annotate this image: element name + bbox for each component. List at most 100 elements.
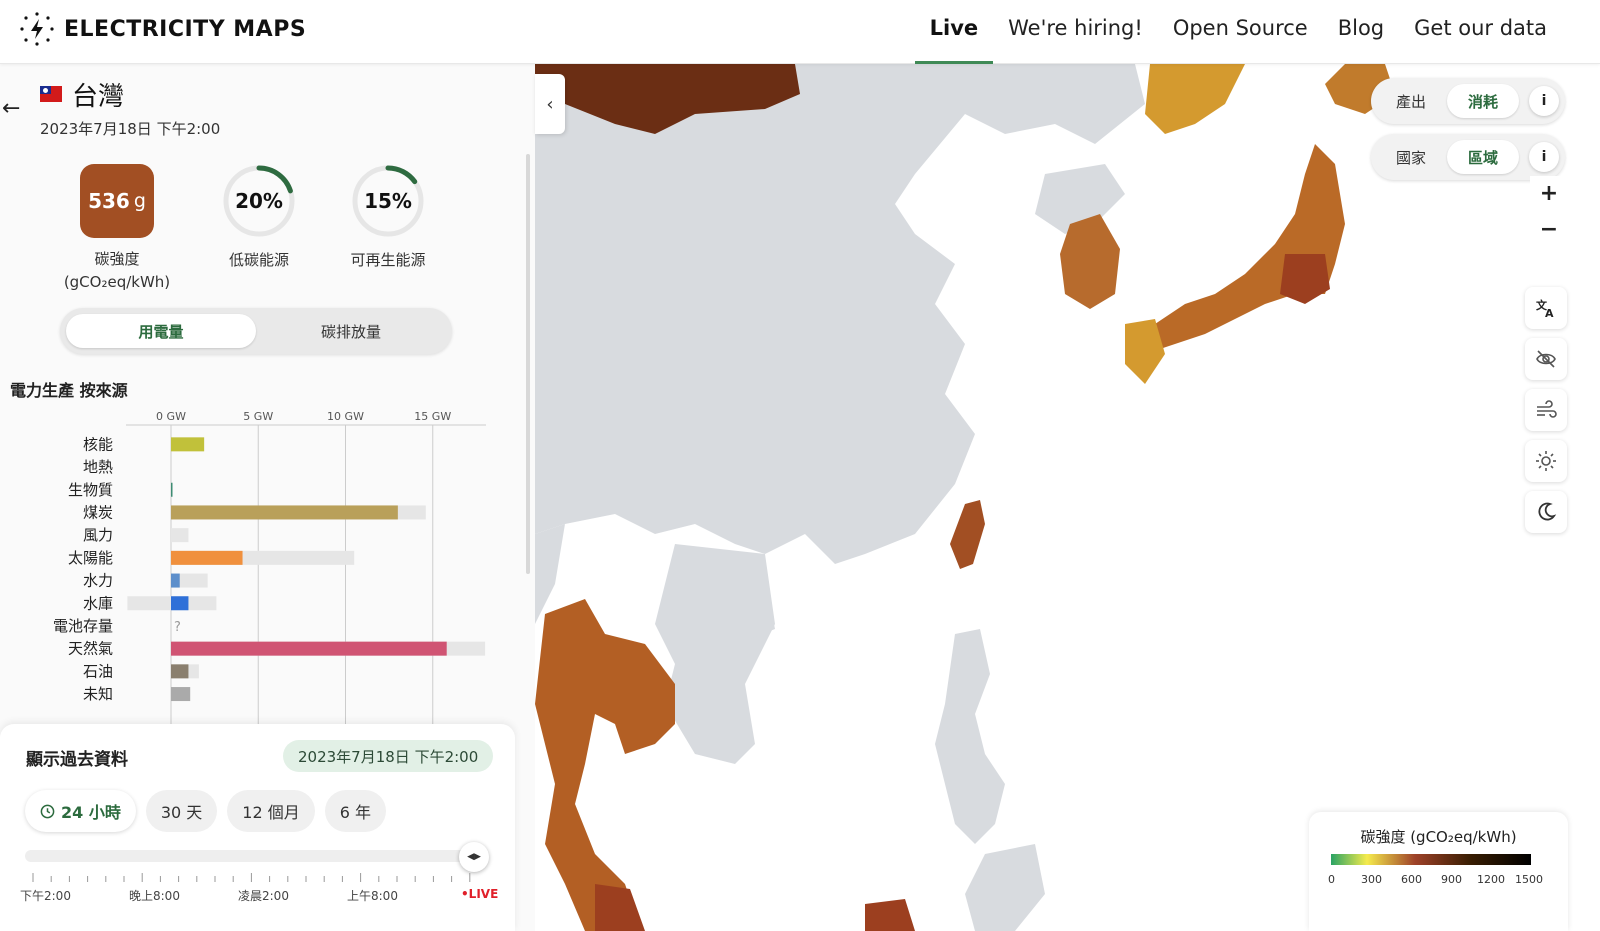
range-30d-button[interactable]: 30 天 bbox=[145, 790, 218, 832]
time-label-1: 晚上8:00 bbox=[129, 889, 180, 903]
consumption-emissions-toggle: 用電量 碳排放量 bbox=[60, 308, 452, 354]
chart-category-label: 煤炭 bbox=[83, 503, 113, 521]
map-region-thailand bbox=[535, 599, 675, 931]
time-label-3: 上午8:00 bbox=[347, 889, 398, 903]
production-bar-chart: 0 GW 5 GW 10 GW 15 GW 核能地熱生物質煤炭風力太陽能水力水庫電池存量… bbox=[53, 410, 486, 734]
history-card: 顯示過去資料 2023年7月18日 下午2:00 24 小時 30 天 12 個… bbox=[0, 724, 515, 931]
map-canvas[interactable] bbox=[535, 64, 1600, 931]
toggle-production[interactable]: 產出 bbox=[1375, 84, 1447, 118]
chart-category-label: 天然氣 bbox=[68, 640, 113, 658]
translate-icon: 文A bbox=[1536, 298, 1554, 319]
map-region-taiwan bbox=[950, 500, 985, 569]
timeline-slider-track[interactable] bbox=[25, 850, 465, 862]
map-region-south-korea bbox=[1060, 214, 1120, 309]
low-carbon-metric: 20% 低碳能源 bbox=[211, 163, 307, 272]
wind-layer-button[interactable] bbox=[1525, 389, 1567, 431]
legend-tick-1200: 1200 bbox=[1477, 873, 1505, 886]
map-region-indochina bbox=[655, 544, 775, 764]
zone-title: 台灣 bbox=[72, 82, 125, 112]
map-region-malaysia bbox=[595, 884, 645, 931]
chart-category-label: 水庫 bbox=[83, 594, 113, 612]
chart-unknown-marker: ? bbox=[174, 620, 181, 635]
dark-mode-button[interactable] bbox=[1525, 491, 1567, 533]
toggle-map-consumption[interactable]: 消耗 bbox=[1447, 84, 1519, 118]
logo[interactable]: ELECTRICITY MAPS bbox=[20, 12, 306, 46]
nav-get-data[interactable]: Get our data bbox=[1399, 0, 1562, 64]
chart-category-label: 太陽能 bbox=[68, 549, 113, 567]
chart-category-label: 核能 bbox=[83, 435, 113, 453]
chart-x-tick-label: 5 GW bbox=[243, 410, 273, 423]
zoom-in-button[interactable]: + bbox=[1530, 176, 1568, 210]
mode-info-button[interactable]: i bbox=[1529, 86, 1559, 116]
map-region-japan-east bbox=[1280, 254, 1330, 304]
toggle-region[interactable]: 區域 bbox=[1447, 140, 1519, 174]
map-region-borneo bbox=[865, 899, 915, 931]
chart-bar bbox=[171, 505, 398, 520]
nav-open-source[interactable]: Open Source bbox=[1158, 0, 1323, 64]
carbon-intensity-box: 536 g bbox=[80, 164, 154, 238]
low-carbon-value: 20% bbox=[235, 189, 283, 213]
toggle-country[interactable]: 國家 bbox=[1375, 140, 1447, 174]
chart-x-tick-label: 15 GW bbox=[414, 410, 451, 423]
chart-bar bbox=[171, 641, 447, 656]
production-chart-title: 電力生產 按來源 bbox=[10, 381, 128, 400]
chart-x-tick-label: 0 GW bbox=[156, 410, 186, 423]
map-region-russia-far-east bbox=[1145, 64, 1245, 134]
main-nav: Live We're hiring! Open Source Blog Get … bbox=[914, 0, 1562, 64]
renewable-label: 可再生能源 bbox=[350, 251, 426, 269]
toggle-visibility-button[interactable] bbox=[1525, 338, 1567, 380]
top-navigation-bar: ELECTRICITY MAPS Live We're hiring! Open… bbox=[0, 0, 1600, 64]
toggle-emissions[interactable]: 碳排放量 bbox=[256, 314, 446, 348]
legend-tick-600: 600 bbox=[1401, 873, 1422, 886]
taiwan-flag-icon bbox=[40, 86, 62, 102]
chart-bar bbox=[171, 437, 205, 452]
moon-icon bbox=[1538, 502, 1557, 521]
chart-capacity-bar bbox=[171, 528, 189, 543]
chart-bar bbox=[171, 573, 180, 588]
toggle-consumption[interactable]: 用電量 bbox=[66, 314, 256, 348]
zoom-out-button[interactable]: − bbox=[1530, 212, 1568, 246]
chart-bar bbox=[171, 550, 243, 565]
sun-icon bbox=[1536, 451, 1556, 471]
chart-bar bbox=[171, 664, 189, 679]
map-region-japan bbox=[1135, 144, 1345, 354]
nav-hiring[interactable]: We're hiring! bbox=[993, 0, 1158, 64]
zone-details-panel: ← 台灣 2023年7月18日 下午2:00 536 g 碳強度 (gCO₂eq… bbox=[0, 64, 535, 931]
legend-title: 碳強度 (gCO₂eq/kWh) bbox=[1360, 828, 1517, 846]
eye-slash-icon bbox=[1536, 350, 1556, 368]
low-carbon-label: 低碳能源 bbox=[228, 251, 289, 269]
lightning-logo-icon bbox=[20, 12, 54, 46]
back-arrow-icon[interactable]: ← bbox=[2, 96, 20, 121]
chart-bar bbox=[171, 482, 173, 497]
app-name: ELECTRICITY MAPS bbox=[64, 16, 307, 42]
legend-tick-900: 900 bbox=[1441, 873, 1462, 886]
time-range-selector: 24 小時 30 天 12 個月 6 年 bbox=[25, 790, 387, 832]
renewable-metric: 15% 可再生能源 bbox=[340, 163, 436, 272]
renewable-value: 15% bbox=[364, 189, 412, 213]
carbon-intensity-legend: 碳強度 (gCO₂eq/kWh) 0 300 600 900 1200 1500 bbox=[1309, 812, 1568, 931]
legend-tick-0: 0 bbox=[1328, 873, 1335, 886]
map-region-china bbox=[535, 64, 1145, 564]
carbon-intensity-metric: 536 g 碳強度 (gCO₂eq/kWh) bbox=[60, 164, 174, 294]
range-12m-button[interactable]: 12 個月 bbox=[227, 790, 315, 832]
chart-x-tick-label: 10 GW bbox=[327, 410, 364, 423]
chart-bar bbox=[171, 687, 191, 702]
zone-datetime: 2023年7月18日 下午2:00 bbox=[40, 120, 221, 138]
solar-layer-button[interactable] bbox=[1525, 440, 1567, 482]
chart-category-label: 風力 bbox=[83, 526, 113, 544]
world-map[interactable] bbox=[535, 64, 1600, 931]
nav-blog[interactable]: Blog bbox=[1323, 0, 1399, 64]
range-24h-button[interactable]: 24 小時 bbox=[25, 790, 136, 832]
language-button[interactable]: 文A bbox=[1525, 287, 1567, 329]
chart-category-label: 石油 bbox=[83, 662, 113, 680]
timeline-slider-handle[interactable]: ◀▶ bbox=[459, 842, 489, 872]
collapse-panel-button[interactable]: ‹ bbox=[535, 74, 565, 134]
nav-live[interactable]: Live bbox=[914, 0, 994, 64]
range-24h-label: 24 小時 bbox=[61, 803, 121, 822]
map-region-philippines bbox=[935, 629, 1005, 844]
chart-bar bbox=[171, 596, 189, 611]
panel-scrollbar[interactable] bbox=[526, 154, 530, 574]
history-date-badge: 2023年7月18日 下午2:00 bbox=[283, 740, 494, 772]
range-6y-button[interactable]: 6 年 bbox=[324, 790, 387, 832]
level-info-button[interactable]: i bbox=[1529, 142, 1559, 172]
